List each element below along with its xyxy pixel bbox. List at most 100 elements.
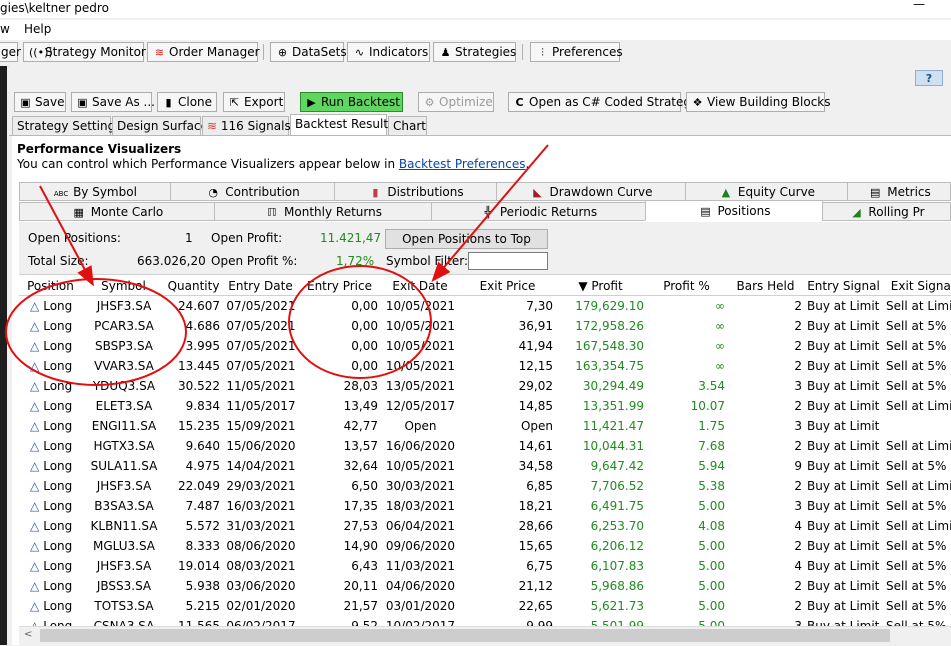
save-as-icon: ▣: [77, 96, 88, 109]
cell-exit-date: 10/05/2021: [385, 339, 456, 353]
strategy-monitor-button[interactable]: ((•))Strategy Monitor: [23, 42, 146, 62]
cell-exit-date: 10/02/2017: [385, 619, 456, 626]
cell-profit: 5,621.73: [590, 599, 644, 613]
backtest-preferences-link[interactable]: Backtest Preferences: [399, 157, 526, 171]
minimize-button[interactable]: —: [913, 0, 925, 11]
viz-tab-monte-carlo[interactable]: ▦ Monte Carlo: [19, 202, 215, 221]
table-row[interactable]: △ Long MGLU3.SA 8.333 08/06/2020 14,90 09/06/2…: [19, 536, 951, 556]
cell-entry-price: 6,43: [351, 559, 378, 573]
tab-backtest-results[interactable]: Backtest Results: [290, 114, 394, 136]
table-row[interactable]: △ Long JHSF3.SA 24.607 07/05/2021 0,00 10/05/2…: [19, 296, 951, 316]
save-as-button[interactable]: ▣ Save As ...: [71, 92, 155, 112]
table-row[interactable]: △ Long ENGI11.SA 15.235 15/09/2021 42,77 Open O…: [19, 416, 951, 436]
column-header-position[interactable]: Position: [19, 274, 83, 296]
table-row[interactable]: △ Long SULA11.SA 4.975 14/04/2021 32,64 10/05/…: [19, 456, 951, 476]
viz-tab-drawdown-curve[interactable]: ◣ Drawdown Curve: [496, 182, 686, 201]
column-header-quantity[interactable]: Quantity: [165, 274, 223, 296]
column-header-exit-signal[interactable]: Exit Signal: [883, 274, 951, 296]
table-row[interactable]: △ Long PCAR3.SA 4.686 07/05/2021 0,00 10/05/20…: [19, 316, 951, 336]
menu-view[interactable]: w: [0, 22, 10, 36]
cell-position: △ Long: [19, 416, 83, 436]
help-button[interactable]: ?: [915, 70, 943, 86]
table-row[interactable]: △ Long ELET3.SA 9.834 11/05/2017 13,49 12/05/2…: [19, 396, 951, 416]
column-header-entry-price[interactable]: Entry Price: [299, 274, 381, 296]
viz-tab-metrics[interactable]: ▤ Metrics: [847, 182, 951, 201]
cell-quantity: 19.014: [178, 559, 220, 573]
position-label: Long: [43, 559, 73, 573]
position-label: Long: [43, 459, 73, 473]
tab-chart[interactable]: Chart: [388, 116, 427, 136]
column-header-symbol[interactable]: Symbol: [82, 274, 166, 296]
save-button[interactable]: ▣ Save: [14, 92, 66, 112]
viz-tab-by-symbol[interactable]: ABC By Symbol: [19, 182, 171, 201]
table-row[interactable]: △ Long JHSF3.SA 22.049 29/03/2021 6,50 30/03/2…: [19, 476, 951, 496]
cell-entry-price: 42,77: [343, 419, 378, 433]
cell-entry-price: 32,64: [343, 459, 378, 473]
table-row[interactable]: △ Long HGTX3.SA 9.640 15/06/2020 13,57 16/06/2…: [19, 436, 951, 456]
open-csharp-button[interactable]: C Open as C# Coded Strategy: [508, 92, 698, 112]
table-row[interactable]: △ Long CSNA3.SA 11.565 06/02/2017 9,52 10/02/2…: [19, 616, 951, 626]
table-row[interactable]: △ Long KLBN11.SA 5.572 31/03/2021 27,53 06/04/…: [19, 516, 951, 536]
optimize-button[interactable]: ⚙ Optimize: [418, 92, 494, 112]
preferences-button[interactable]: ⫶ Preferences: [530, 42, 623, 62]
table-row[interactable]: △ Long JHSF3.SA 19.014 08/03/2021 6,43 11/03/2…: [19, 556, 951, 576]
table-row[interactable]: △ Long B3SA3.SA 7.487 16/03/2021 17,35 18/03/2…: [19, 496, 951, 516]
cell-position: △ Long: [19, 556, 83, 576]
column-header-exit-price[interactable]: Exit Price: [460, 274, 556, 296]
column-header-profit-pct[interactable]: Profit %: [646, 274, 728, 296]
cell-entry-date: 02/01/2020: [226, 599, 296, 613]
column-header-entry-signal[interactable]: Entry Signal: [804, 274, 884, 296]
column-header-profit[interactable]: ▼ Profit: [555, 274, 647, 296]
strategies-button[interactable]: ♟ Strategies: [433, 42, 516, 62]
viz-tab-distributions[interactable]: ▮ Distributions: [334, 182, 497, 201]
scroll-left-icon[interactable]: <: [24, 629, 32, 640]
tab-strategy-settings[interactable]: Strategy Settings: [12, 116, 121, 136]
export-button[interactable]: ⇱ Export: [223, 92, 285, 112]
run-backtest-button[interactable]: ▶ Run Backtest: [300, 92, 403, 112]
table-row[interactable]: △ Long JBSS3.SA 5.938 03/06/2020 20,11 04/06/2…: [19, 576, 951, 596]
viz-tab-equity-curve[interactable]: ▲ Equity Curve: [685, 182, 848, 201]
clone-button[interactable]: ▮ Clone: [157, 92, 217, 112]
cell-position: △ Long: [19, 396, 83, 416]
column-header-bars-held[interactable]: Bars Held: [727, 274, 805, 296]
cell-exit-price: 6,75: [526, 559, 553, 573]
viz-tab-periodic-returns-label: Periodic Returns: [499, 205, 598, 219]
cell-bars-held: 2: [794, 399, 802, 413]
position-label: Long: [43, 579, 73, 593]
viz-tab-periodic-returns[interactable]: ╬ Periodic Returns: [431, 202, 646, 221]
symbol-filter-input[interactable]: [468, 252, 548, 270]
cell-symbol: JHSF3.SA: [96, 479, 152, 493]
cell-exit-price: Open: [520, 419, 553, 433]
table-row[interactable]: △ Long YDUQ3.SA 30.522 11/05/2021 28,03 13/05/…: [19, 376, 951, 396]
cell-entry-date: 11/05/2017: [226, 399, 296, 413]
menu-help[interactable]: Help: [24, 22, 51, 36]
scrollbar-thumb[interactable]: [40, 629, 890, 642]
column-header-exit-date[interactable]: Exit Date: [380, 274, 461, 296]
cell-exit-date: 06/04/2021: [385, 519, 456, 533]
column-header-entry-date[interactable]: Entry Date: [222, 274, 300, 296]
cell-entry-price: 9,52: [351, 619, 378, 626]
table-row[interactable]: △ Long SBSP3.SA 3.995 07/05/2021 0,00 10/05/20…: [19, 336, 951, 356]
cell-entry-price: 0,00: [351, 339, 378, 353]
tab-design-surface[interactable]: Design Surface: [112, 116, 208, 136]
viz-tab-contribution[interactable]: ◔ Contribution: [170, 182, 335, 201]
cell-bars-held: 3: [794, 499, 802, 513]
datasets-button[interactable]: ⊕ DataSets: [270, 42, 347, 62]
cell-profit: 10,044.31: [582, 439, 644, 453]
cell-profit-pct: ∞: [715, 359, 725, 373]
viz-tab-rolling-profit[interactable]: ◢ Rolling Pr: [822, 202, 951, 221]
periodic-returns-icon: ╬: [484, 206, 492, 219]
indicators-button[interactable]: ∿ Indicators: [347, 42, 430, 62]
viz-tab-positions[interactable]: ▤ Positions: [645, 200, 823, 221]
viz-tab-rolling-profit-label: Rolling Pr: [868, 205, 925, 219]
table-row[interactable]: △ Long VVAR3.SA 13.445 07/05/2021 0,00 10/05/2…: [19, 356, 951, 376]
view-building-blocks-button[interactable]: ❖ View Building Blocks: [686, 92, 831, 112]
tab-signals[interactable]: ≋ 116 Signals: [202, 116, 291, 136]
order-manager-button[interactable]: ≋ Order Manager: [147, 42, 260, 62]
open-positions-to-top-button[interactable]: Open Positions to Top: [385, 229, 548, 249]
cell-quantity: 8.333: [185, 539, 220, 553]
order-manager-label: Order Manager: [169, 45, 260, 59]
table-row[interactable]: △ Long TOTS3.SA 5.215 02/01/2020 21,57 03/01/2…: [19, 596, 951, 616]
viz-tab-monthly-returns[interactable]: ℿ Monthly Returns: [214, 202, 432, 221]
toolbar-manager-button[interactable]: ger: [0, 42, 21, 62]
